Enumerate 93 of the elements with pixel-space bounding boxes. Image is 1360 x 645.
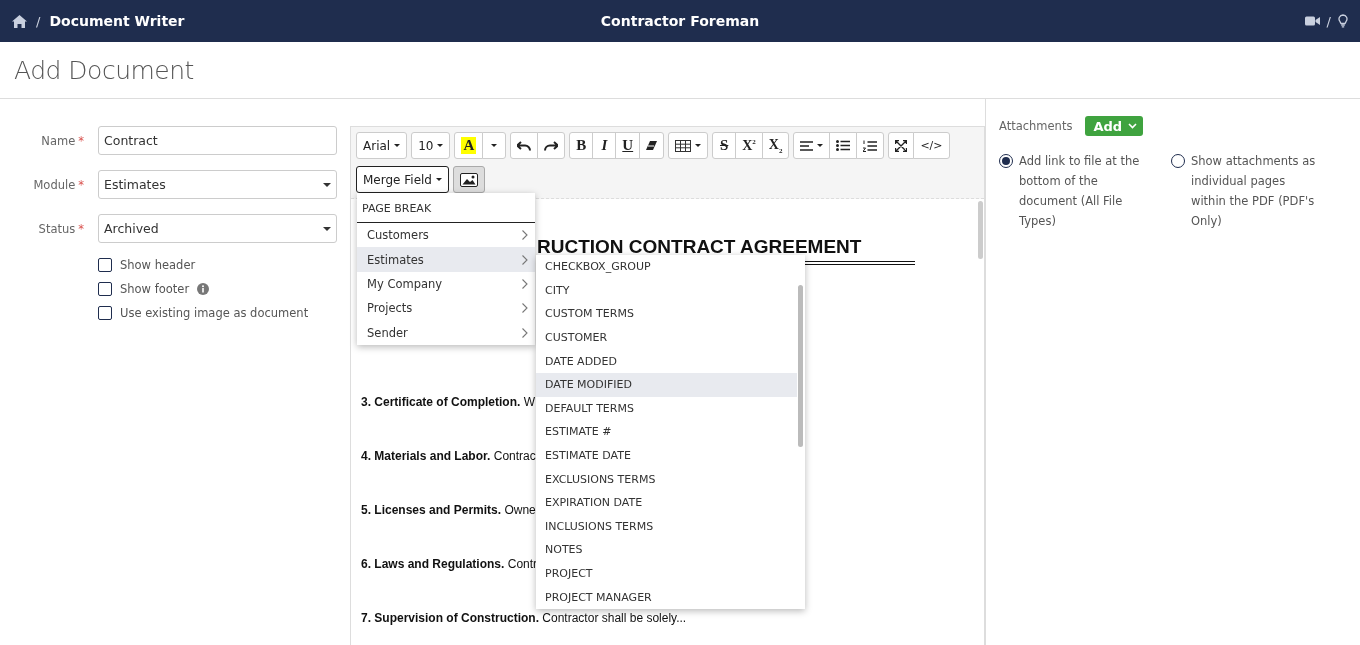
lightbulb-icon[interactable] — [1338, 14, 1348, 28]
chevron-right-icon — [522, 303, 528, 314]
image-button[interactable] — [453, 166, 485, 193]
radio-label: Add link to file at the bottom of the document (All File Types) — [1019, 153, 1141, 230]
document-paragraph: 3. Certificate of Completion. W — [361, 395, 536, 410]
italic-button[interactable]: I — [592, 132, 617, 159]
bullet-list-icon — [836, 140, 851, 151]
bold-button[interactable]: B — [569, 132, 594, 159]
superscript-button[interactable]: X$^{2}$ — [735, 132, 763, 159]
menu-item[interactable]: DATE MODIFIED — [536, 372, 797, 397]
menu-item[interactable]: EXCLUSIONS TERMS — [536, 467, 797, 491]
bullet-list-button[interactable] — [829, 132, 858, 159]
menu-item[interactable]: NOTES — [536, 538, 797, 562]
menu-item[interactable]: INCLUSIONS TERMS — [536, 514, 797, 539]
submenu-item[interactable]: Customers — [357, 223, 535, 248]
checkbox-label: Use existing image as document — [120, 306, 309, 320]
chevron-right-icon — [522, 230, 528, 241]
menu-item[interactable]: CUSTOM TERMS — [536, 302, 797, 326]
document-paragraph: 7. Supervision of Construction. Contractor shall be solely... — [361, 611, 687, 626]
caret-icon — [491, 144, 498, 147]
dropdown-button[interactable]: 10 — [411, 132, 451, 159]
numbered-list-button[interactable] — [856, 132, 885, 159]
required-mark: * — [78, 177, 84, 192]
dropdown-toggle[interactable] — [482, 132, 507, 159]
checkbox[interactable] — [98, 258, 112, 272]
fullscreen-icon — [895, 139, 908, 152]
document-paragraph: 6. Laws and Regulations. Contr — [361, 557, 538, 572]
dropdown-button[interactable]: Merge Field — [356, 166, 449, 193]
table-button[interactable] — [668, 132, 709, 159]
menu-item[interactable]: EXPIRATION DATE — [536, 490, 797, 515]
app-title: Contractor Foreman — [600, 13, 760, 29]
text-field[interactable]: Contract — [98, 126, 337, 155]
menu-item[interactable]: DEFAULT TERMS — [536, 396, 797, 421]
table-icon — [675, 139, 692, 152]
underline-button[interactable]: U — [615, 132, 641, 159]
code-view-button[interactable]: </> — [913, 132, 950, 159]
submenu-item[interactable]: Projects — [357, 296, 535, 321]
icon-separator: / — [1326, 13, 1331, 29]
document-paragraph: 4. Materials and Labor. Contrac — [361, 449, 536, 464]
breadcrumb-separator: / — [36, 13, 41, 29]
menu-item[interactable]: DATE ADDED — [536, 349, 797, 373]
chevron-right-icon — [522, 278, 528, 289]
menu-item[interactable]: ESTIMATE # — [536, 420, 797, 444]
undo-button[interactable] — [510, 132, 539, 159]
redo-icon — [544, 140, 559, 151]
info-icon — [197, 283, 210, 295]
fullscreen-button[interactable] — [888, 132, 915, 159]
align-button[interactable] — [793, 132, 831, 159]
checkbox[interactable] — [98, 306, 112, 320]
submenu-item[interactable]: Sender — [357, 320, 535, 345]
home-icon[interactable] — [12, 14, 27, 28]
numbered-list-icon — [863, 139, 878, 152]
checkbox-label: Show header — [120, 258, 196, 272]
eraser-button[interactable] — [639, 132, 665, 159]
undo-icon — [517, 140, 532, 151]
menu-item[interactable]: CUSTOMER — [536, 325, 797, 350]
radio-label: Show attachments as individual pages within the PDF (PDF's Only) — [1191, 153, 1317, 230]
strikethrough-button[interactable]: S — [712, 132, 737, 159]
dropdown-button[interactable]: Arial — [356, 132, 408, 159]
field-label: Module — [33, 177, 76, 192]
subscript-button[interactable]: X$_{2}$ — [761, 132, 790, 159]
scrollbar[interactable] — [798, 285, 803, 447]
scrollbar[interactable] — [978, 201, 983, 259]
menu-item[interactable]: PROJECT MANAGER — [536, 585, 797, 609]
submenu-item[interactable]: My Company — [357, 271, 535, 297]
page-title: Add Document — [14, 55, 195, 87]
menu-item[interactable]: PAGE BREAK — [357, 193, 535, 223]
caret-icon — [323, 182, 331, 187]
section-label: Attachments — [999, 119, 1073, 133]
video-camera-icon[interactable] — [1304, 16, 1320, 26]
checkbox[interactable] — [98, 282, 112, 296]
menu-item[interactable]: ESTIMATE DATE — [536, 443, 797, 468]
image-icon — [460, 172, 478, 187]
required-mark: * — [78, 221, 84, 236]
chevron-right-icon — [522, 327, 528, 338]
align-icon — [800, 140, 814, 151]
chevron-down-icon — [1128, 123, 1138, 129]
menu-item[interactable]: PROJECT — [536, 561, 797, 586]
field-label: Status — [38, 221, 76, 236]
menu-item[interactable]: CITY — [536, 278, 797, 303]
select-field[interactable]: Estimates — [98, 170, 337, 199]
required-mark: * — [78, 133, 84, 148]
field-label: Name — [41, 133, 76, 148]
checkbox-label: Show footer — [120, 282, 190, 296]
caret-icon — [323, 226, 331, 231]
redo-button[interactable] — [537, 132, 566, 159]
submenu-item[interactable]: Estimates — [357, 247, 535, 272]
chevron-right-icon — [522, 254, 528, 265]
select-field[interactable]: Archived — [98, 214, 337, 243]
document-paragraph: 5. Licenses and Permits. Owne — [361, 503, 536, 518]
eraser-icon — [646, 140, 658, 151]
breadcrumb-title: Document Writer — [49, 13, 185, 29]
highlight-button[interactable]: A — [454, 132, 484, 159]
